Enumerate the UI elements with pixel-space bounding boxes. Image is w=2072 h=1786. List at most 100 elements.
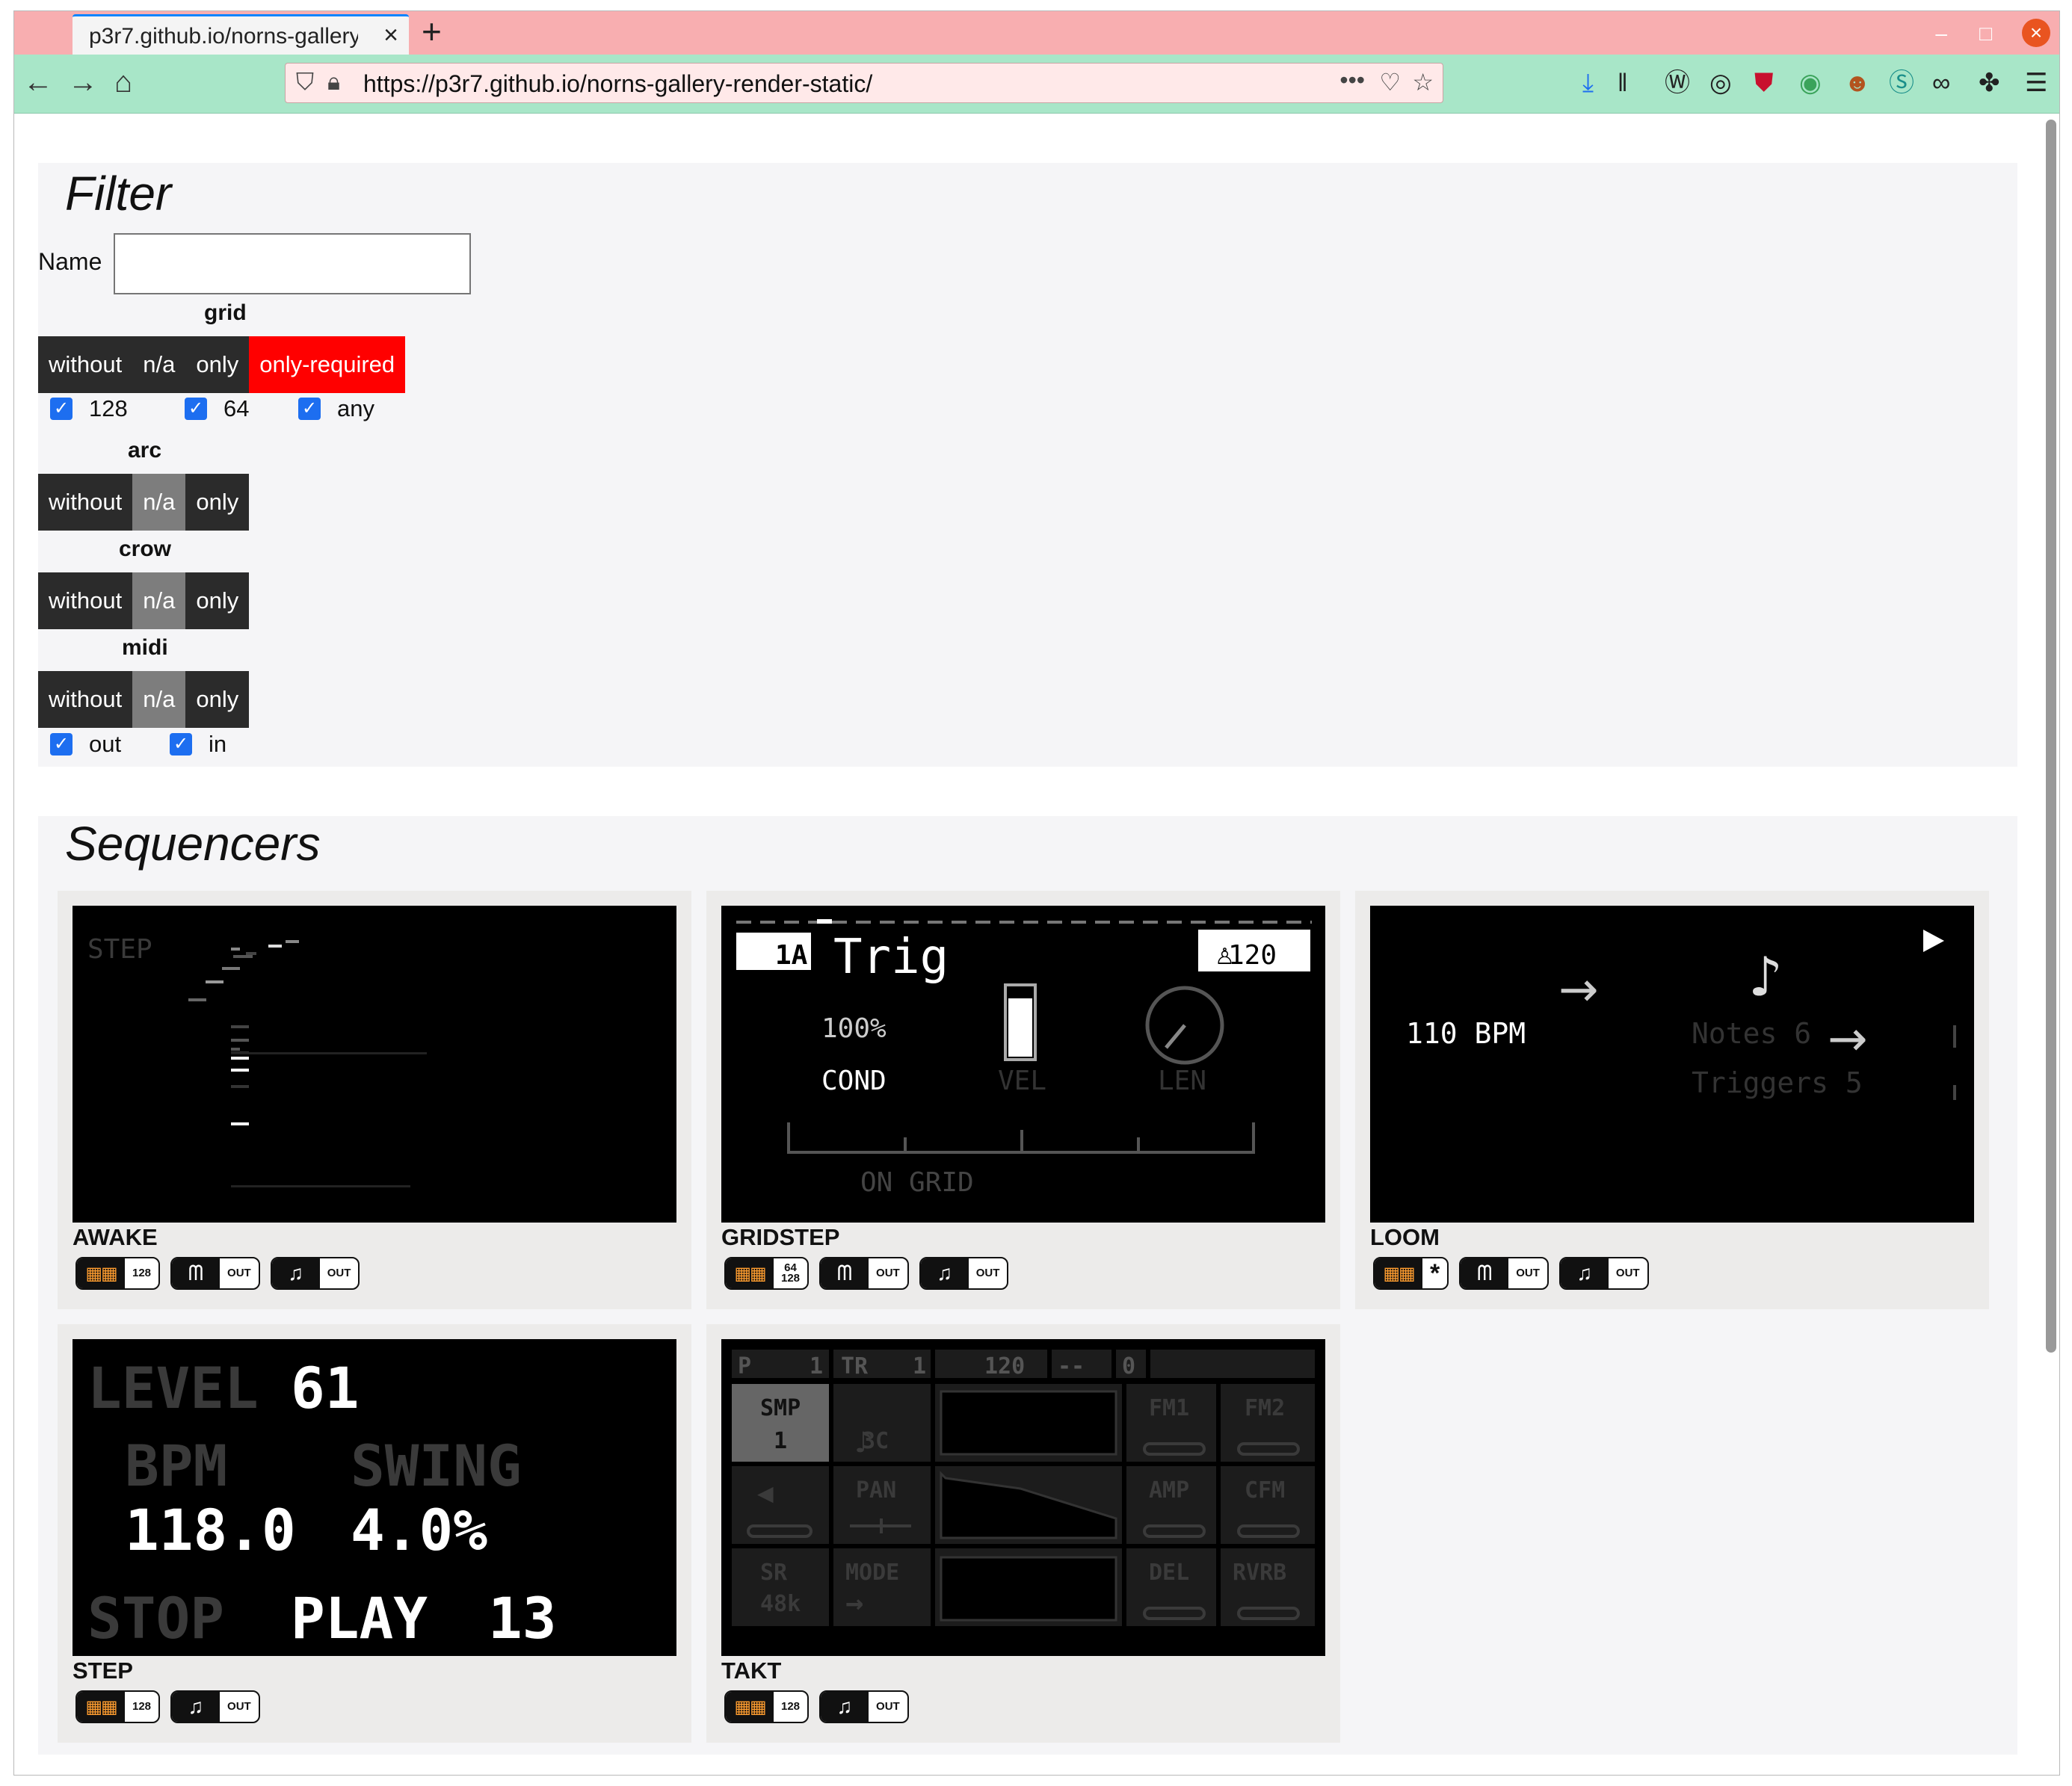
script-title[interactable]: AWAKE [73, 1224, 158, 1251]
script-card-awake[interactable]: STEP AWAKE ▦▦ 128 ᗰ OUT ♫ OUT [58, 891, 691, 1309]
sequencers-panel: Sequencers STEP AWAKE ▦▦ 128 ᗰ OUT ♫ OUT… [38, 816, 2017, 1755]
script-title[interactable]: LOOM [1370, 1224, 1440, 1251]
script-screenshot[interactable]: → ♪ 110 BPM Notes 6 → Triggers 5 [1370, 906, 1974, 1223]
takt-top-text: -- [1058, 1353, 1085, 1379]
grid-only-required-button[interactable]: only-required [249, 336, 406, 393]
address-bar[interactable]: ⛉ 🔒︎ https://p3r7.github.io/norns-galler… [285, 63, 1443, 103]
extension-icon[interactable]: Ⓢ [1889, 68, 1914, 98]
script-card-gridstep[interactable]: 1A Trig 120 ♙ 100% COND VEL LEN ON GRID … [706, 891, 1340, 1309]
takt-top-text: 0 [1122, 1353, 1135, 1379]
step-play: PLAY [291, 1585, 428, 1651]
badge-text: OUT [1516, 1267, 1540, 1279]
close-tab-icon[interactable]: × [383, 21, 398, 50]
crow-icon: ᗰ [172, 1258, 221, 1288]
script-title[interactable]: TAKT [721, 1657, 781, 1684]
forward-icon[interactable]: → [68, 65, 98, 99]
maximize-button[interactable]: □ [1979, 22, 1992, 46]
home-icon[interactable]: ⌂ [114, 65, 132, 99]
crow-badge: ᗰ OUT [1459, 1257, 1549, 1290]
pocket-icon[interactable]: ♡ [1379, 68, 1401, 96]
sequencers-heading: Sequencers [65, 817, 321, 871]
script-screenshot[interactable]: STEP [73, 906, 676, 1223]
midi-in-checkbox[interactable]: ✓ in [170, 731, 226, 758]
script-card-loom[interactable]: → ♪ 110 BPM Notes 6 → Triggers 5 LOOM ▦▦… [1355, 891, 1989, 1309]
arc-only-button[interactable]: only [185, 474, 250, 531]
grid-128-checkbox[interactable]: ✓ 128 [50, 395, 128, 422]
arc-without-button[interactable]: without [38, 474, 133, 531]
midi-badge: ♫ OUT [1558, 1257, 1649, 1290]
step-swing: 4.0% [351, 1497, 487, 1563]
grid-without-button[interactable]: without [38, 336, 133, 393]
back-icon[interactable]: ← [23, 65, 53, 99]
grid-64-checkbox[interactable]: ✓ 64 [185, 395, 249, 422]
page-actions-icon[interactable]: ••• [1339, 67, 1365, 94]
script-screenshot[interactable]: LEVEL 61 BPM SWING 118.0 4.0% STOP PLAY … [73, 1339, 676, 1656]
takt-cell-text: AMP [1149, 1477, 1189, 1504]
extension-icon[interactable]: ∞ [1932, 68, 1950, 98]
url-text[interactable]: https://p3r7.github.io/norns-gallery-ren… [363, 70, 872, 98]
script-card-takt[interactable]: P 1 TR 1 120 -- 0 SMP 1 3C FM1 FM2 PAN A… [706, 1324, 1340, 1743]
checkbox-checked-icon[interactable]: ✓ [170, 733, 192, 756]
loom-bpm: 110 BPM [1406, 1017, 1526, 1050]
midi-out-checkbox[interactable]: ✓ out [50, 731, 121, 758]
checkbox-checked-icon[interactable]: ✓ [50, 733, 73, 756]
grid-icon: ▦▦ [77, 1258, 125, 1288]
ublock-icon[interactable]: ⛊ [1754, 68, 1774, 98]
browser-tab[interactable]: p3r7.github.io/norns-gallery × [73, 14, 409, 56]
shield-icon[interactable]: ⛉ [296, 68, 314, 96]
script-screenshot[interactable]: P 1 TR 1 120 -- 0 SMP 1 3C FM1 FM2 PAN A… [721, 1339, 1325, 1656]
takt-top-text: P [738, 1353, 751, 1379]
script-title[interactable]: STEP [73, 1657, 133, 1684]
crow-filter-label: crow [119, 537, 172, 561]
menu-icon[interactable]: ☰ [2025, 68, 2047, 98]
wikipedia-icon[interactable]: Ⓦ [1665, 68, 1690, 98]
filter-panel: Filter Name grid without n/a only only-r… [38, 163, 2017, 767]
gridstep-vel-fill [1008, 998, 1032, 1057]
script-title[interactable]: GRIDSTEP [721, 1224, 839, 1251]
crow-na-button[interactable]: n/a [132, 572, 186, 629]
checkbox-label: in [209, 731, 227, 757]
checkbox-checked-icon[interactable]: ✓ [185, 398, 207, 420]
takt-cell-text: DEL [1149, 1560, 1189, 1586]
grid-any-checkbox[interactable]: ✓ any [298, 395, 374, 422]
close-window-button[interactable]: × [2022, 19, 2050, 47]
lock-icon[interactable]: 🔒︎ [327, 68, 340, 96]
scrollbar[interactable] [2046, 120, 2056, 1353]
name-filter-input[interactable] [114, 233, 471, 294]
bookmark-star-icon[interactable]: ☆ [1412, 68, 1434, 96]
new-tab-button[interactable]: + [422, 14, 442, 49]
gridstep-vel: VEL [998, 1066, 1046, 1096]
takt-waveform [940, 1390, 1117, 1456]
extension-icon[interactable]: ✤ [1979, 68, 2000, 98]
download-icon[interactable]: ⤓ [1582, 68, 1594, 98]
crow-without-button[interactable]: without [38, 572, 133, 629]
script-screenshot[interactable]: 1A Trig 120 ♙ 100% COND VEL LEN ON GRID [721, 906, 1325, 1223]
midi-badge: ♫ OUT [919, 1257, 1009, 1290]
checkbox-checked-icon[interactable]: ✓ [50, 398, 73, 420]
takt-cell-text: FM1 [1149, 1395, 1189, 1421]
extension-icon[interactable]: ◉ [1799, 68, 1822, 98]
midi-without-button[interactable]: without [38, 671, 133, 728]
takt-cell-text: 48k [760, 1591, 801, 1617]
takt-cell-text: CFM [1245, 1477, 1285, 1504]
library-icon[interactable]: 𝍪 [1618, 68, 1627, 98]
extension-icon[interactable]: ◎ [1709, 68, 1732, 98]
loom-screen: → ♪ 110 BPM Notes 6 → Triggers 5 [1406, 930, 1956, 1100]
crow-only-button[interactable]: only [185, 572, 250, 629]
navigation-bar: ← → ⌂ ⛉ 🔒︎ https://p3r7.github.io/norns-… [14, 55, 2059, 114]
minimize-button[interactable]: – [1935, 22, 1947, 46]
badge-text: 128 [132, 1700, 152, 1713]
grid-only-button[interactable]: only [185, 336, 250, 393]
grid-filter-label: grid [204, 300, 247, 325]
grid-na-button[interactable]: n/a [132, 336, 186, 393]
gridstep-tempo: 120 [1228, 940, 1277, 971]
name-label: Name [38, 248, 102, 275]
takt-cell-text: SR [760, 1560, 788, 1586]
extension-icon[interactable]: ☻ [1844, 68, 1871, 98]
script-card-step[interactable]: LEVEL 61 BPM SWING 118.0 4.0% STOP PLAY … [58, 1324, 691, 1743]
step-bpm-label: BPM [125, 1433, 227, 1499]
midi-na-button[interactable]: n/a [132, 671, 186, 728]
midi-only-button[interactable]: only [185, 671, 250, 728]
checkbox-checked-icon[interactable]: ✓ [298, 398, 321, 420]
arc-na-button[interactable]: n/a [132, 474, 186, 531]
